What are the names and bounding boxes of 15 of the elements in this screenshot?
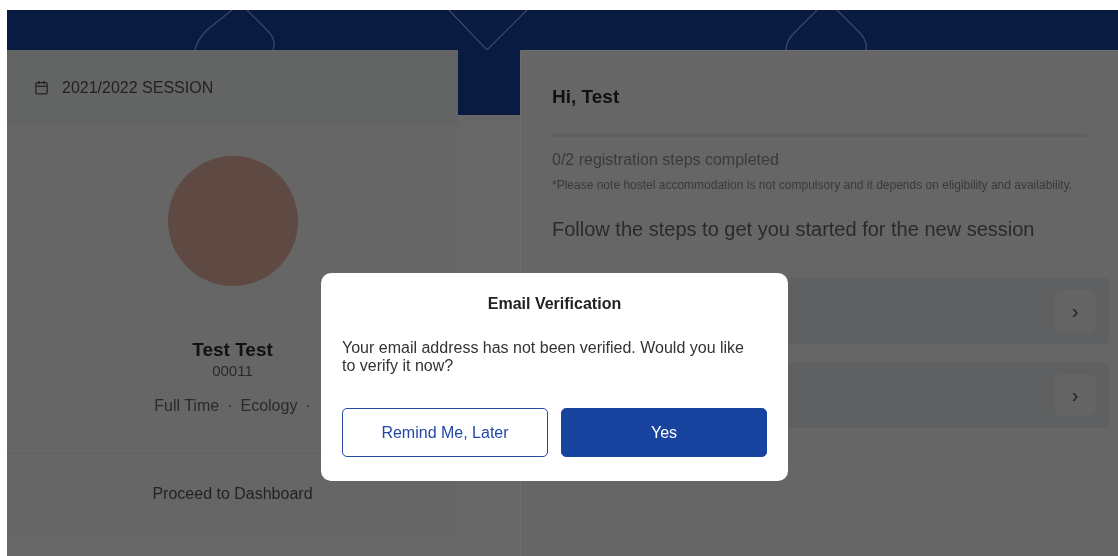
calendar-icon [34,80,49,95]
yes-button[interactable]: Yes [561,408,767,457]
profile-detail: · [227,396,233,416]
greeting: Hi, Test [552,85,621,109]
profile-detail: Full Time [154,396,220,416]
steps-heading: Follow the steps to get you started for the new session [552,216,1036,242]
profile-detail: · [305,396,311,416]
session-label: 2021/2022 SESSION [62,77,214,98]
profile-detail: Ecology [240,396,298,416]
profile-id: 00011 [212,361,253,381]
profile-name: Test Test [192,339,273,361]
proceed-link[interactable]: Proceed to Dashboard [152,481,313,506]
chevron-button[interactable]: › [1054,373,1096,416]
remind-later-button[interactable]: Remind Me, Later [342,408,548,457]
chevron-button[interactable]: › [1054,289,1096,332]
